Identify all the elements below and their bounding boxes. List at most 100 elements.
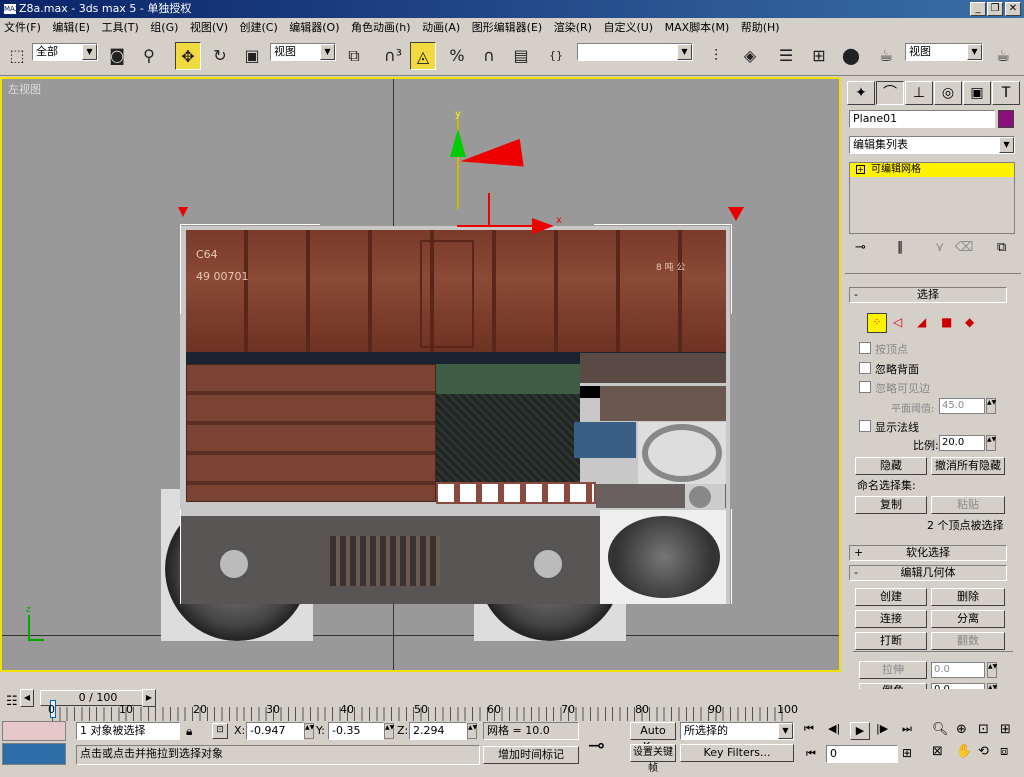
scale-icon[interactable]: ▣ [239,42,265,70]
zoom-extents-all-icon[interactable]: ⊞ [1000,722,1011,737]
menu-graph-editors[interactable]: 图形编辑器(E) [468,18,547,38]
left-viewport[interactable]: 左视图 C64 49 00701 8 吨 公 y x z [0,77,841,672]
create-tab-icon[interactable]: ✦ [847,81,875,105]
menu-maxscript[interactable]: MAX脚本(M) [661,18,734,38]
maximize-button[interactable]: ❐ [987,2,1003,16]
track-bar-icon[interactable]: ☷ [6,694,28,712]
menu-group[interactable]: 组(G) [146,18,182,38]
edit-geometry-rollout-header[interactable]: - 编辑几何体 [849,565,1007,581]
maximize-viewport-icon[interactable]: ⧈ [1000,744,1008,759]
edit-named-sets-icon[interactable]: ▤ [508,42,534,70]
ignore-backface-checkbox[interactable] [859,362,871,374]
utilities-tab-icon[interactable]: T [992,81,1020,105]
paste-button[interactable]: 粘贴 [931,496,1005,514]
minimize-button[interactable]: _ [970,2,986,16]
spinner-snap-icon[interactable]: ∩ [476,42,502,70]
hierarchy-tab-icon[interactable]: ⊥ [905,81,933,105]
go-to-start-icon[interactable]: ⏮ [804,722,814,736]
menu-rendering[interactable]: 渲染(R) [550,18,596,38]
menu-tools[interactable]: 工具(T) [97,18,142,38]
menu-help[interactable]: 帮助(H) [737,18,784,38]
by-vertex-checkbox[interactable] [859,342,871,354]
object-color-swatch[interactable] [998,110,1014,128]
pan-icon[interactable]: ✋ [956,744,972,759]
menu-customize[interactable]: 自定义(U) [599,18,657,38]
modify-tab-icon[interactable]: ⌒ [876,81,904,105]
element-level-icon[interactable]: ◆ [965,315,974,329]
ignore-visible-edges-checkbox[interactable] [859,381,871,393]
x-coord-field[interactable]: -0.947 [246,722,304,740]
schematic-view-icon[interactable]: ⊞ [806,42,832,70]
zoom-icon[interactable]: 🔍︎ [932,722,949,737]
modifier-list-combo[interactable]: 编辑集列表 ▼ [849,136,1015,154]
menu-animation[interactable]: 动画(A) [418,18,464,38]
display-tab-icon[interactable]: ▣ [963,81,991,105]
planar-threshold-spinner[interactable]: ▲▼ [986,398,996,414]
edge-level-icon[interactable]: ◁ [893,315,902,329]
soft-selection-rollout-header[interactable]: + 软化选择 [849,545,1007,561]
quick-render-icon[interactable]: ☕ [990,42,1016,70]
mirror-icon[interactable]: ⫶ [703,42,729,70]
select-object-icon[interactable]: ◙ [104,42,130,70]
polygon-level-icon[interactable]: ■ [941,315,952,329]
gizmo-x-arrow-icon[interactable] [532,218,554,234]
extrude-amount-field[interactable]: 0.0 [931,662,985,678]
selection-filter-combo[interactable]: 全部 ▼ [32,43,98,61]
y-coord-field[interactable]: -0.35 [328,722,384,740]
pin-stack-icon[interactable]: ⊸ [855,240,866,255]
absolute-mode-icon[interactable]: ⊡ [212,723,228,739]
scale-spinner[interactable]: ▲▼ [986,435,996,451]
play-icon[interactable]: ▶ [850,722,870,740]
stack-item-editable-mesh[interactable]: + 可编辑网格 [850,163,1014,177]
close-button[interactable]: ✕ [1005,2,1021,16]
remove-modifier-icon[interactable]: ⌫ [955,240,973,255]
gizmo-plane-handle[interactable] [488,193,490,227]
zoom-extents-icon[interactable]: ⊡ [978,722,989,737]
expand-icon[interactable]: + [856,165,865,174]
extrude-button[interactable]: 拉伸 [859,661,927,679]
menu-views[interactable]: 视图(V) [186,18,232,38]
turn-button[interactable]: 翻数 [931,632,1005,650]
zoom-all-icon[interactable]: ⊕ [956,722,967,737]
reference-coord-combo[interactable]: 视图 ▼ [270,43,336,61]
max-script-listener[interactable] [2,721,66,741]
time-config-icon[interactable]: ⊞ [902,746,912,760]
next-frame-icon[interactable]: |▶ [876,722,888,735]
texture-plane[interactable]: C64 49 00701 8 吨 公 [180,226,730,604]
attach-button[interactable]: 连接 [855,610,927,628]
current-frame-field[interactable]: 0 [826,745,898,763]
configure-sets-icon[interactable]: ⧉ [997,240,1006,255]
render-scene-icon[interactable]: ☕ [873,42,899,70]
set-key-button[interactable]: 设置关键帧 [630,744,676,774]
show-end-result-icon[interactable]: ∥ [897,240,904,255]
hide-button[interactable]: 隐藏 [855,457,927,475]
named-selection-icon[interactable]: {} [543,42,569,70]
angle-snap-icon[interactable]: ◬ [410,42,436,70]
key-mode-combo[interactable]: 所选择的 ▼ [680,722,794,740]
select-by-name-icon[interactable]: ⚲ [136,42,162,70]
show-normals-checkbox[interactable] [859,420,871,432]
delete-button[interactable]: 删除 [931,588,1005,606]
key-mode-toggle-icon[interactable]: ⏮ [806,747,816,761]
snap-3d-icon[interactable]: ∩³ [380,42,406,70]
menu-file[interactable]: 文件(F) [0,18,45,38]
menu-create[interactable]: 创建(C) [236,18,282,38]
planar-threshold-field[interactable]: 45.0 [939,398,985,414]
arc-rotate-icon[interactable]: ⟲ [978,744,989,759]
motion-tab-icon[interactable]: ◎ [934,81,962,105]
selection-rollout-header[interactable]: - 选择 [849,287,1007,303]
face-level-icon[interactable]: ◢ [917,315,926,329]
viewport-label[interactable]: 左视图 [8,81,41,97]
scale-field[interactable]: 20.0 [939,435,985,451]
auto-key-button[interactable]: Auto Key [630,722,676,753]
object-name-field[interactable]: Plane01 [849,110,995,128]
go-to-end-icon[interactable]: ⏭ [902,722,912,736]
menu-edit[interactable]: 编辑(E) [48,18,94,38]
vertex-level-icon[interactable]: ⁘ [867,313,887,333]
key-filters-button[interactable]: Key Filters... [680,744,794,762]
max-script-output[interactable] [2,743,66,765]
percent-snap-icon[interactable]: % [444,42,470,70]
y-coord-spinner[interactable]: ▲▼ [384,723,394,739]
region-zoom-icon[interactable]: ⊠ [932,744,943,759]
make-unique-icon[interactable]: ⋎ [935,240,945,255]
